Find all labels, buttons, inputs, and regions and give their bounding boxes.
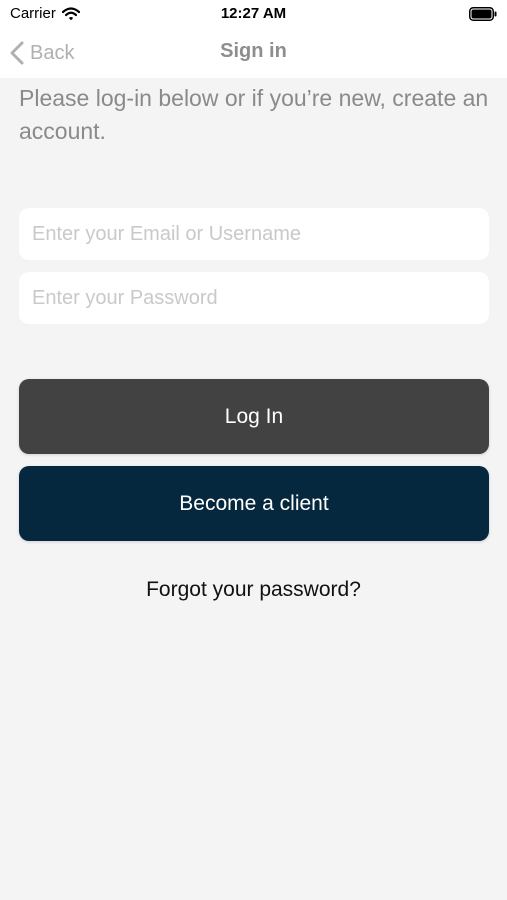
login-button-label: Log In [224,404,284,428]
status-bar: Carrier 12:27 AM [0,0,507,28]
become-client-button-label: Become a client [179,491,329,515]
intro-text: Please log-in below or if you’re new, cr… [19,85,489,144]
forgot-password-link[interactable]: Forgot your password? [0,578,507,602]
battery-icon [469,7,497,21]
email-field[interactable] [19,208,489,260]
become-client-button[interactable]: Become a client [19,466,489,541]
navigation-bar: Back Sign in [0,28,507,78]
password-field[interactable] [19,272,489,324]
page-title: Sign in [220,40,287,62]
login-button[interactable]: Log In [19,379,489,454]
status-time: 12:27 AM [220,5,287,22]
